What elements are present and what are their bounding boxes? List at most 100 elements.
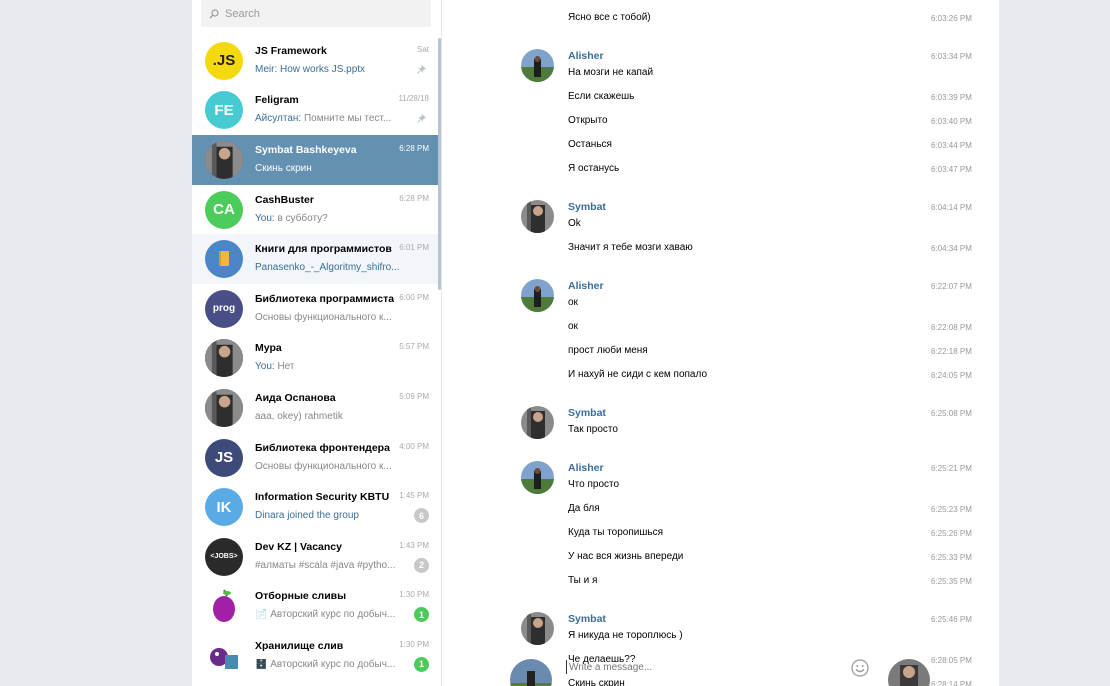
peer-avatar[interactable] <box>888 659 930 686</box>
preview-text: Основы функционального к... <box>255 460 392 472</box>
message-sender[interactable]: Alisher <box>568 50 604 62</box>
chat-name: Библиотека программиста <box>255 292 395 305</box>
chat-item[interactable]: JS Библиотека фронтендера 4:00 PM Основы фу… <box>192 433 441 483</box>
avatar-initials: CA <box>213 201 235 219</box>
message-text: Да бля <box>568 503 600 514</box>
chat-body: Feligram 11/28/18 Айсултан: Помните мы тес… <box>255 91 429 129</box>
search-icon <box>209 8 219 18</box>
message-avatar[interactable] <box>521 200 554 233</box>
preview-text: Основы функционального к... <box>255 311 392 323</box>
preview-text: #алматы #scala #java #pytho... <box>255 559 396 571</box>
chat-preview: Скинь скрин <box>255 163 312 174</box>
message-text: Так просто <box>568 424 618 435</box>
chat-name: Dev KZ | Vacancy <box>255 540 342 553</box>
message-text: Открыто <box>568 115 608 126</box>
chat-preview: You: Нет <box>255 361 294 372</box>
search-placeholder: Search <box>225 7 260 20</box>
preview-text: Помните мы тест... <box>303 113 392 125</box>
chat-avatar: CA <box>205 190 243 229</box>
chat-item[interactable]: Symbat Bashkeyeva 6:28 PM Скинь скрин <box>192 135 441 185</box>
preview-text: aaa, okey) rahmetik <box>255 410 343 422</box>
avatar-initials: FE <box>214 101 234 119</box>
chat-item[interactable]: <JOBS> Dev KZ | Vacancy 1:43 PM #алматы #sc… <box>192 532 441 582</box>
chat-item[interactable]: Отборные сливы 1:30 PM 📄 Авторский курс по… <box>192 582 441 632</box>
chat-body: CashBuster 6:28 PM You: в субботу? <box>255 191 429 229</box>
message-avatar[interactable] <box>521 49 554 82</box>
chat-item[interactable]: IK Information Security KBTU 1:45 PM Dinara… <box>192 482 441 532</box>
chat-body: Библиотека фронтендера 4:00 PM Основы функ… <box>255 439 429 477</box>
chat-item[interactable]: .JS JS Framework Sat Meir: How works JS.ppt… <box>192 36 441 86</box>
chat-item[interactable]: CA CashBuster 6:28 PM You: в субботу? <box>192 185 441 235</box>
message-sender[interactable]: Alisher <box>568 280 604 292</box>
avatar-initials: .JS <box>212 52 236 70</box>
message-text: Я останусь <box>568 163 620 174</box>
message-time: 6:03:44 PM <box>931 141 972 150</box>
chat-avatar: IK <box>205 488 243 527</box>
message-text: ок <box>568 297 578 308</box>
chat-avatar <box>205 339 243 378</box>
chat-item[interactable]: FE Feligram 11/28/18 Айсултан: Помните мы т… <box>192 86 441 136</box>
search-bar[interactable]: Search <box>201 0 431 27</box>
message-avatar[interactable] <box>521 612 554 645</box>
message-time: 6:22:18 PM <box>931 347 972 356</box>
chat-item[interactable]: Аида Оспанова 5:09 PM aaa, okey) rahmetik <box>192 383 441 433</box>
message-text: Значит я тебе мозги хаваю <box>568 242 693 253</box>
preview-text: Dinara joined the group <box>255 510 359 522</box>
message-time: 6:04:14 PM <box>931 203 972 212</box>
chat-preview: Panasenko_-_Algoritmy_shifro... <box>255 262 400 273</box>
message-avatar[interactable] <box>521 406 554 439</box>
message-sender[interactable]: Alisher <box>568 462 604 474</box>
preview-sender: You: <box>255 361 275 373</box>
preview-text: Скинь скрин <box>255 162 312 174</box>
preview-text: 📄 Авторский курс по добыч... <box>255 609 396 621</box>
chat-avatar: prog <box>205 289 243 328</box>
avatar-initials: <JOBS> <box>210 553 238 561</box>
chat-avatar: .JS <box>205 41 243 80</box>
chat-preview: Основы функционального к... <box>255 461 392 472</box>
preview-text: Panasenko_-_Algoritmy_shifro... <box>255 262 400 274</box>
emoji-icon[interactable] <box>851 659 869 677</box>
message-sender[interactable]: Symbat <box>568 613 606 625</box>
chat-time: 6:01 PM <box>399 243 429 253</box>
chat-avatar: <JOBS> <box>205 537 243 576</box>
chat-item[interactable]: Мура 5:57 PM You: Нет <box>192 334 441 384</box>
message-time: 6:03:26 PM <box>931 14 972 23</box>
chat-name: Feligram <box>255 94 299 107</box>
message-text: На мозги не капай <box>568 67 654 78</box>
chat-item[interactable]: Книги для программистов 6:01 PM Panasenko_… <box>192 234 441 284</box>
chat-body: Отборные сливы 1:30 PM 📄 Авторский курс по… <box>255 587 429 625</box>
chat-name: CashBuster <box>255 193 314 206</box>
message-area: 6:03:26 PM Ясно все с тобой) Alisher 6:03:3… <box>442 0 998 686</box>
message-time: 6:03:34 PM <box>931 52 972 61</box>
chat-avatar <box>205 140 243 179</box>
message-input[interactable] <box>566 660 836 674</box>
chat-name: Information Security KBTU <box>255 491 390 504</box>
chat-time: 5:09 PM <box>399 391 429 401</box>
preview-text: в субботу? <box>277 212 328 224</box>
message-sender[interactable]: Symbat <box>568 201 606 213</box>
message-sender[interactable]: Symbat <box>568 407 606 419</box>
preview-sender: Айсултан: <box>255 113 302 125</box>
chat-body: Хранилище слив 1:30 PM 🗄️ Авторский курс п… <box>255 637 429 675</box>
chat-body: Аида Оспанова 5:09 PM aaa, okey) rahmetik <box>255 389 429 427</box>
chat-body: Библиотека программиста 6:00 PM Основы фун… <box>255 290 429 328</box>
message-avatar[interactable] <box>521 461 554 494</box>
chat-preview: Meir: How works JS.pptx <box>255 64 365 75</box>
chat-avatar <box>205 587 243 626</box>
message-time: 6:03:40 PM <box>931 117 972 126</box>
unread-badge: 6 <box>414 508 429 524</box>
message-avatar[interactable] <box>521 279 554 312</box>
chat-preview: #алматы #scala #java #pytho... <box>255 560 395 571</box>
message-time: 6:25:46 PM <box>931 615 972 624</box>
chat-body: JS Framework Sat Meir: How works JS.pptx <box>255 42 429 80</box>
message-text: Ясно все с тобой) <box>568 12 651 23</box>
chat-avatar <box>205 388 243 427</box>
chat-item[interactable]: prog Библиотека программиста 6:00 PM Основы… <box>192 284 441 334</box>
message-text: У нас вся жизнь впереди <box>568 551 684 562</box>
chat-avatar: JS <box>205 438 243 477</box>
message-text: Останься <box>568 139 612 150</box>
chat-item[interactable]: Хранилище слив 1:30 PM 🗄️ Авторский курс п… <box>192 631 441 681</box>
preview-sender: You: <box>255 212 275 224</box>
sidebar-scrollbar[interactable] <box>438 38 441 290</box>
message-time: 6:25:26 PM <box>931 529 972 538</box>
